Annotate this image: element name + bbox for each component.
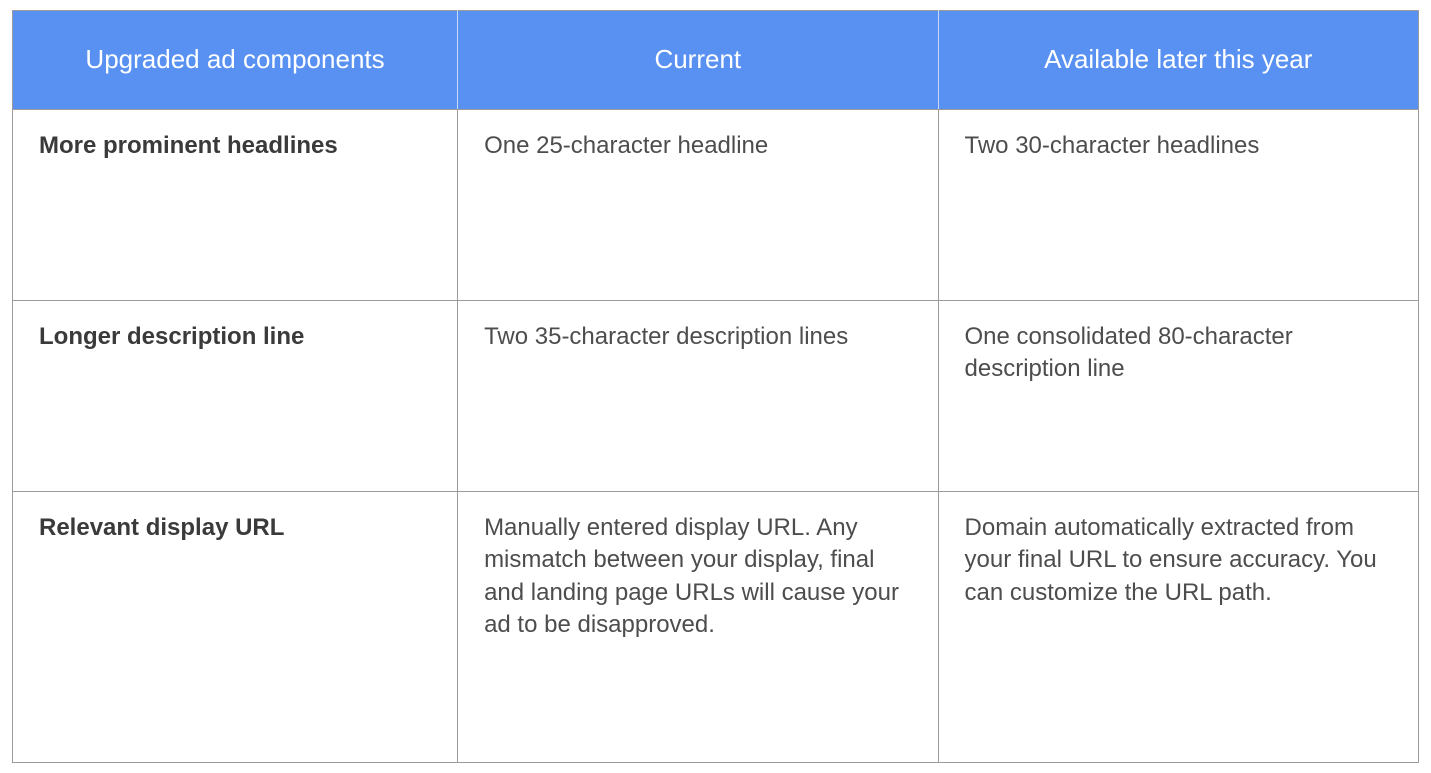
table-row: Relevant display URL Manually entered di… — [13, 492, 1419, 763]
row-component-label: Longer description line — [13, 301, 458, 492]
row-later-value: Two 30-character headlines — [938, 110, 1418, 301]
row-component-label: More prominent headlines — [13, 110, 458, 301]
table-header: Upgraded ad components Current Available… — [13, 11, 1419, 110]
row-current-value: Two 35-character description lines — [458, 301, 938, 492]
comparison-table: Upgraded ad components Current Available… — [12, 10, 1419, 763]
row-later-value: One consolidated 80-character descriptio… — [938, 301, 1418, 492]
table-row: More prominent headlines One 25-characte… — [13, 110, 1419, 301]
page-wrapper: Upgraded ad components Current Available… — [0, 0, 1431, 773]
header-upgraded-components: Upgraded ad components — [13, 11, 458, 110]
table-row: Longer description line Two 35-character… — [13, 301, 1419, 492]
row-current-value: One 25-character headline — [458, 110, 938, 301]
header-available-later: Available later this year — [938, 11, 1418, 110]
table-header-row: Upgraded ad components Current Available… — [13, 11, 1419, 110]
row-later-value: Domain automatically extracted from your… — [938, 492, 1418, 763]
row-current-value: Manually entered display URL. Any mismat… — [458, 492, 938, 763]
table-body: More prominent headlines One 25-characte… — [13, 110, 1419, 763]
header-current: Current — [458, 11, 938, 110]
row-component-label: Relevant display URL — [13, 492, 458, 763]
